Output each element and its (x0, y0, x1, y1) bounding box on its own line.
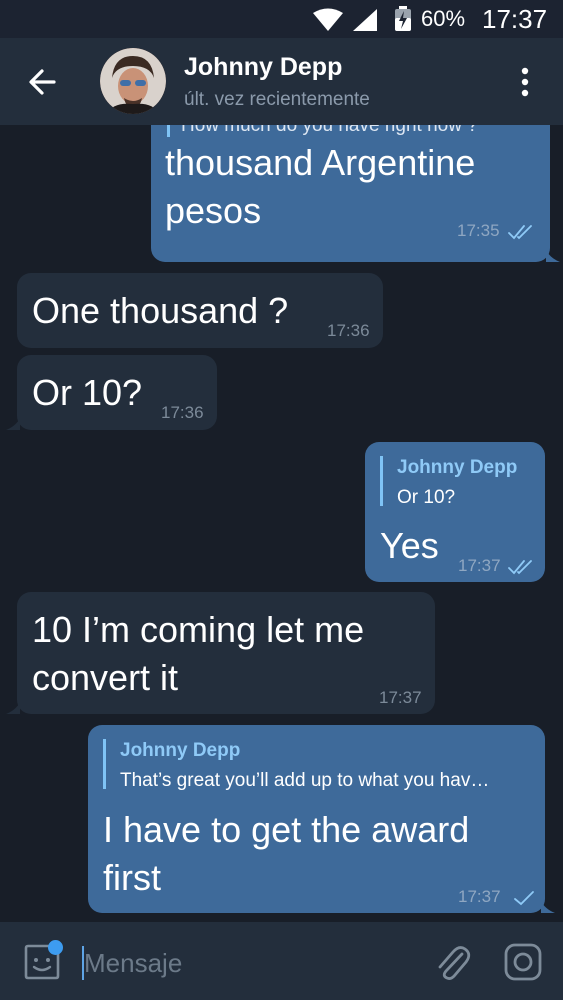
message-time: 17:37 (458, 556, 501, 575)
message-time: 17:35 (457, 221, 500, 240)
attach-icon[interactable] (432, 940, 472, 984)
reply-accent-bar (380, 456, 383, 506)
double-check-icon (508, 560, 532, 575)
camera-icon[interactable] (503, 942, 543, 982)
message-text: thousand Argentine pesos (165, 142, 476, 231)
status-bar: 60% 17:37 (0, 0, 563, 38)
more-vert-icon[interactable] (510, 62, 540, 102)
message-list[interactable]: How much do you have right now ? thousan… (0, 125, 563, 922)
message-bubble-outgoing[interactable]: How much do you have right now ? thousan… (151, 125, 550, 262)
reply-preview-text: Or 10? (397, 487, 456, 508)
message-bubble-outgoing[interactable]: Johnny Depp That’s great you’ll add up t… (88, 725, 545, 913)
single-check-icon (514, 891, 534, 906)
signal-icon (353, 9, 377, 31)
message-input-bar: Mensaje (0, 922, 563, 1000)
reply-sender-name: Johnny Depp (397, 457, 518, 478)
double-check-icon (508, 225, 532, 240)
message-bubble-incoming[interactable]: One thousand ? 17:36 (17, 273, 383, 348)
avatar-photo (100, 48, 166, 114)
reply-accent-bar (167, 125, 170, 137)
message-text: Yes (380, 525, 439, 566)
message-bubble-incoming[interactable]: Or 10? 17:36 (17, 355, 217, 430)
reply-preview-text: That’s great you’ll add up to what you h… (120, 770, 490, 791)
unread-dot-badge (48, 940, 63, 955)
reply-preview-text: How much do you have right now ? (181, 125, 478, 136)
message-bubble-outgoing[interactable]: Johnny Depp Or 10? Yes 17:37 (365, 442, 545, 582)
battery-percent: 60% (421, 6, 466, 31)
message-text: 10 I’m coming let me convert it (32, 609, 365, 698)
message-text: I have to get the award first (103, 809, 470, 898)
message-time: 17:36 (327, 321, 370, 340)
bubble-tail (6, 418, 20, 430)
message-input[interactable]: Mensaje (84, 948, 182, 979)
battery-charging-icon (395, 6, 411, 31)
bubble-tail (6, 702, 20, 714)
message-time: 17:36 (161, 403, 204, 422)
message-time: 17:37 (458, 887, 501, 906)
contact-name[interactable]: Johnny Depp (184, 53, 342, 82)
message-time: 17:37 (379, 688, 422, 707)
wifi-icon (313, 8, 343, 31)
bubble-tail (546, 250, 560, 262)
reply-accent-bar (103, 739, 106, 789)
message-text: Or 10? (32, 372, 143, 413)
avatar[interactable] (100, 48, 166, 114)
message-text: One thousand ? (32, 290, 289, 331)
last-seen-status: últ. vez recientemente (184, 89, 370, 110)
back-arrow-icon[interactable] (18, 58, 66, 106)
message-bubble-incoming[interactable]: 10 I’m coming let me convert it 17:37 (17, 592, 435, 714)
clock: 17:37 (482, 4, 548, 34)
bubble-tail (541, 901, 555, 913)
reply-sender-name: Johnny Depp (120, 740, 241, 761)
chat-header: Johnny Depp últ. vez recientemente (0, 38, 563, 125)
